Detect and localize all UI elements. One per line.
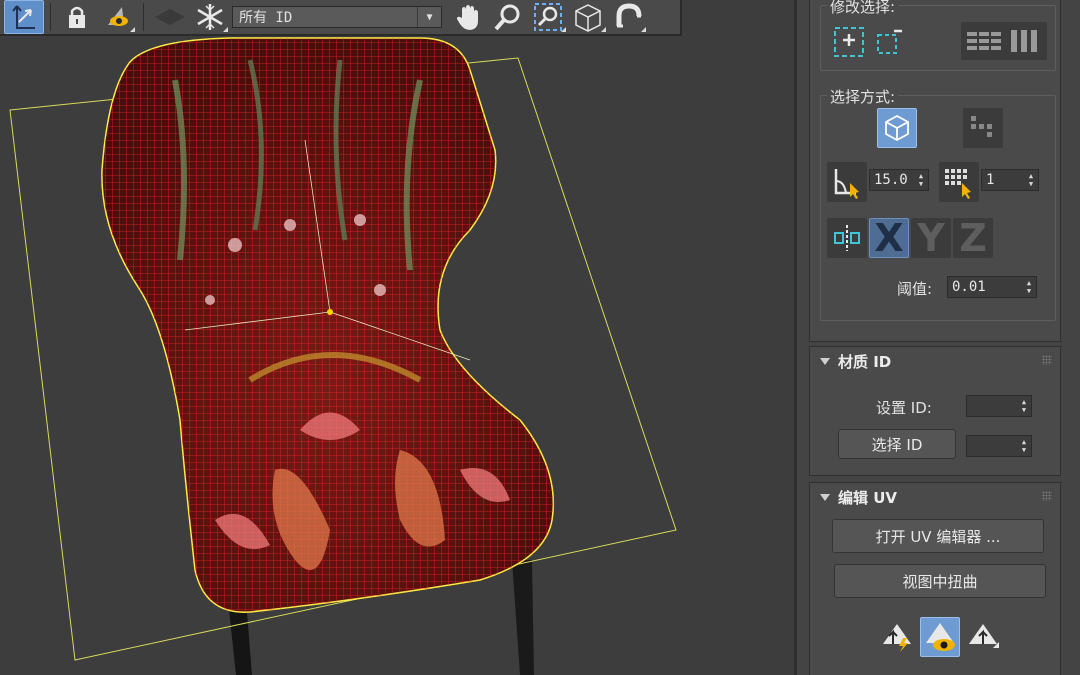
mirror-axis-button[interactable] xyxy=(827,218,867,258)
axis-z-label: Z xyxy=(959,216,987,260)
edit-uv-rollout: 编辑 UV 打开 UV 编辑器 ... 视图中扭曲 xyxy=(809,482,1061,675)
peel-eye-icon xyxy=(926,623,955,651)
drag-handle-icon[interactable] xyxy=(1042,491,1052,501)
pan-button[interactable] xyxy=(448,0,488,34)
freeze-icon xyxy=(197,4,223,30)
material-id-rollout: 材质 ID 设置 ID: ▲ ▼ 选择 ID ▲ ▼ xyxy=(809,346,1061,476)
ring-spinner[interactable]: 1 ▲ ▼ xyxy=(981,169,1039,191)
axis-x-button[interactable]: X xyxy=(869,216,909,260)
selection-rollout: 修改选择: 选择方式: 15.0 ▲ ▼ 1 ▲ ▼ X Y Z 阈值: 0.0… xyxy=(809,0,1061,342)
peel-icon xyxy=(969,624,999,648)
zoom-button[interactable] xyxy=(488,0,528,34)
cube-icon xyxy=(575,4,601,32)
select-move-icon xyxy=(12,5,35,29)
zoom-region-icon xyxy=(534,3,562,31)
mirror-icon xyxy=(834,225,860,251)
peel-lightning-icon xyxy=(883,624,911,652)
open-uv-editor-button[interactable]: 打开 UV 编辑器 ... xyxy=(832,519,1044,553)
show-end-result-icon xyxy=(108,7,128,26)
zoom-region-button[interactable] xyxy=(528,0,568,34)
spinner-arrows-icon[interactable]: ▲ ▼ xyxy=(1025,279,1033,295)
spinner-arrows-icon[interactable]: ▲ ▼ xyxy=(1020,438,1028,454)
viewport[interactable] xyxy=(0,0,794,675)
angle-select-icon xyxy=(834,169,859,199)
field-of-view-button[interactable] xyxy=(568,0,608,34)
selection-filter-dropdown[interactable]: 所有 ID ▼ xyxy=(232,6,442,28)
ring-loop-button[interactable] xyxy=(961,22,1047,60)
drag-handle-icon[interactable] xyxy=(1042,355,1052,365)
main-toolbar: 所有 ID ▼ xyxy=(0,0,682,36)
selection-method-title: 选择方式: xyxy=(827,86,899,107)
ring-loop-icon xyxy=(967,30,1037,52)
axis-y-label: Y xyxy=(917,216,945,260)
select-by-angle-button[interactable] xyxy=(827,162,867,202)
angle-value: 15.0 xyxy=(874,172,908,188)
axis-x-label: X xyxy=(874,216,904,260)
ring-value: 1 xyxy=(986,172,995,188)
snap-toggle-button[interactable] xyxy=(608,0,648,34)
edit-uv-header[interactable]: 编辑 UV xyxy=(810,483,1060,511)
select-by-element-button[interactable] xyxy=(877,108,917,148)
chevron-down-icon: ▼ xyxy=(417,7,441,27)
tweak-in-view-button[interactable]: 视图中扭曲 xyxy=(834,564,1046,598)
pan-icon xyxy=(457,5,478,30)
show-end-result-button[interactable] xyxy=(97,0,137,34)
lock-selection-button[interactable] xyxy=(57,0,97,34)
magnet-icon xyxy=(616,3,642,28)
chair-leg xyxy=(512,560,534,675)
threshold-label: 阈值: xyxy=(897,280,933,298)
quick-peel-button[interactable] xyxy=(878,617,916,655)
angle-spinner[interactable]: 15.0 ▲ ▼ xyxy=(869,169,929,191)
chair-model xyxy=(9,37,677,675)
edit-uv-title: 编辑 UV xyxy=(838,488,898,507)
select-ring-button[interactable] xyxy=(939,162,979,202)
select-id-spinner[interactable]: ▲ ▼ xyxy=(966,435,1032,457)
modify-selection-title: 修改选择: xyxy=(827,0,899,17)
collapse-triangle-icon xyxy=(820,357,830,365)
peel-options-button[interactable] xyxy=(964,617,1002,655)
selection-filter-value: 所有 ID xyxy=(239,10,293,26)
tweak-in-view-label: 视图中扭曲 xyxy=(902,572,978,591)
shape-toggle-button[interactable] xyxy=(150,0,190,34)
axis-y-button[interactable]: Y xyxy=(911,216,951,260)
open-uv-editor-label: 打开 UV 编辑器 ... xyxy=(875,527,1001,546)
shrink-selection-button[interactable] xyxy=(871,24,907,60)
select-id-button-label: 选择 ID xyxy=(871,435,923,454)
spinner-arrows-icon[interactable]: ▲ ▼ xyxy=(1020,398,1028,414)
threshold-spinner[interactable]: 0.01 ▲ ▼ xyxy=(947,276,1037,298)
select-overlap-button[interactable] xyxy=(963,108,1003,148)
shrink-selection-icon xyxy=(877,29,902,54)
set-id-spinner[interactable]: ▲ ▼ xyxy=(966,395,1032,417)
selection-method-group: 选择方式: 15.0 ▲ ▼ 1 ▲ ▼ X Y Z 阈值: 0.01 ▲ ▼ xyxy=(820,86,1056,321)
peel-show-button[interactable] xyxy=(920,617,960,657)
threshold-value: 0.01 xyxy=(952,279,986,295)
command-panel: 修改选择: 选择方式: 15.0 ▲ ▼ 1 ▲ ▼ X Y Z 阈值: 0.0… xyxy=(794,0,1080,675)
grow-selection-button[interactable] xyxy=(831,24,867,60)
spinner-arrows-icon[interactable]: ▲ ▼ xyxy=(917,172,925,188)
lock-icon xyxy=(69,6,85,28)
material-id-title: 材质 ID xyxy=(838,352,892,371)
material-id-header[interactable]: 材质 ID xyxy=(810,347,1060,375)
grow-selection-icon xyxy=(834,27,864,57)
spinner-arrows-icon[interactable]: ▲ ▼ xyxy=(1027,172,1035,188)
select-id-button[interactable]: 选择 ID xyxy=(838,429,956,459)
shape-toggle-icon xyxy=(155,9,185,25)
set-id-label: 设置 ID: xyxy=(876,399,932,417)
modify-selection-group: 修改选择: xyxy=(820,0,1056,71)
collapse-triangle-icon xyxy=(820,493,830,501)
zoom-icon xyxy=(494,4,520,31)
ring-select-icon xyxy=(945,169,971,199)
grid-select-icon xyxy=(971,116,992,137)
axis-z-button[interactable]: Z xyxy=(953,216,993,260)
cube-icon xyxy=(885,114,909,142)
freeze-button[interactable] xyxy=(190,0,230,34)
select-move-button[interactable] xyxy=(4,0,44,34)
